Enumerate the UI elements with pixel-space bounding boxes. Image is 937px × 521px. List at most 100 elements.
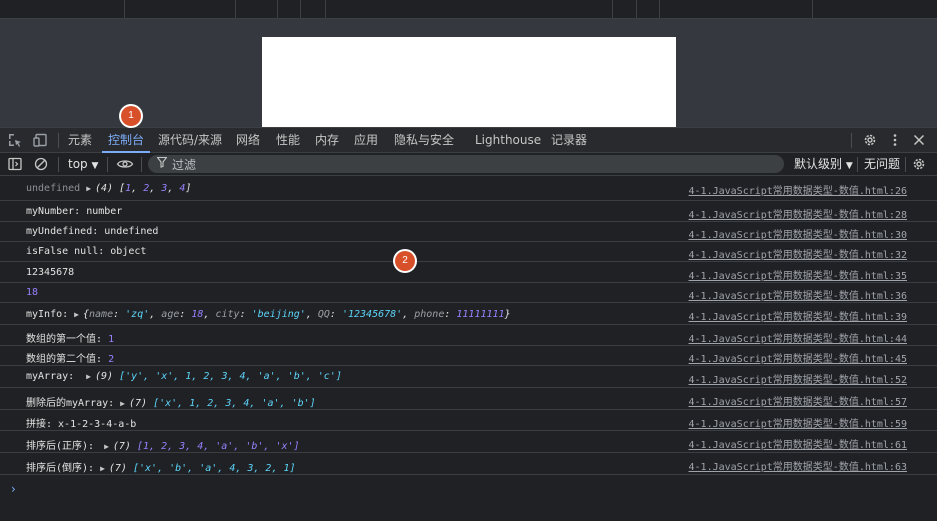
message-text: 排序后(正序): ▶ (7) [1, 2, 3, 4, 'a', 'b', 'x'] — [26, 437, 300, 452]
ruler-segment — [235, 0, 236, 18]
message-text: isFalse null: object — [26, 246, 147, 257]
filter-input[interactable]: 过滤 — [148, 155, 784, 173]
context-label: top — [68, 157, 88, 171]
ruler-segment — [636, 0, 637, 18]
expand-triangle-icon[interactable]: ▶ — [86, 372, 91, 381]
expand-triangle-icon[interactable]: ▶ — [86, 184, 91, 193]
context-selector[interactable]: top ▼ — [68, 156, 98, 172]
console-message: isFalse null: object 4-1.JavaScript常用数据类… — [0, 242, 937, 262]
message-text: myInfo: ▶ {name: 'zq', age: 18, city: 'bei… — [26, 309, 511, 320]
source-link[interactable]: 4-1.JavaScript常用数据类型-数值.html:59 — [689, 415, 907, 430]
source-link[interactable]: 4-1.JavaScript常用数据类型-数值.html:63 — [689, 458, 907, 473]
annotation-badge-1: 1 — [121, 106, 141, 126]
message-text: 12345678 — [26, 267, 75, 278]
settings-icon[interactable] — [862, 132, 878, 148]
source-link[interactable]: 4-1.JavaScript常用数据类型-数值.html:35 — [689, 267, 907, 282]
eye-icon[interactable] — [116, 156, 134, 172]
array-preview: [1, 2, 3, 4, 'a', 'b', 'x'] — [136, 441, 300, 452]
message-label: myInfo: — [26, 309, 69, 320]
console-message: myArray: ▶ (9) ['y', 'x', 1, 2, 3, 4, 'a',… — [0, 366, 937, 388]
tab-privacy-security[interactable]: 隐私与安全 — [394, 128, 454, 153]
toolbar-divider — [107, 157, 108, 172]
source-link[interactable]: 4-1.JavaScript常用数据类型-数值.html:44 — [689, 330, 907, 345]
expand-triangle-icon[interactable]: ▶ — [100, 464, 105, 473]
array-preview: ['x', 1, 2, 3, 4, 'a', 'b'] — [153, 398, 316, 409]
message-value: 1 — [108, 334, 115, 345]
ruler-segment — [612, 0, 613, 18]
tab-divider — [58, 133, 59, 148]
more-icon[interactable] — [887, 132, 903, 148]
device-toggle-icon[interactable] — [33, 132, 49, 148]
tab-network[interactable]: 网络 — [236, 128, 260, 153]
console-message: 18 4-1.JavaScript常用数据类型-数值.html:36 — [0, 283, 937, 303]
ruler-segment — [659, 0, 660, 18]
message-label: 数组的第二个值: — [26, 354, 103, 365]
sidebar-toggle-icon[interactable] — [7, 156, 23, 172]
message-label: 删除后的myArray: — [26, 398, 115, 409]
source-link[interactable]: 4-1.JavaScript常用数据类型-数值.html:39 — [689, 308, 907, 323]
console-message: 数组的第一个值: 1 4-1.JavaScript常用数据类型-数值.html:… — [0, 325, 937, 346]
ruler-segment — [124, 0, 125, 18]
object-value: 'beijing' — [251, 309, 306, 320]
page-preview — [262, 37, 676, 127]
tab-memory[interactable]: 内存 — [315, 128, 339, 153]
message-text: myUndefined: undefined — [26, 226, 159, 237]
tab-elements[interactable]: 元素 — [68, 128, 92, 153]
array-length: (7) — [112, 441, 131, 452]
object-value: 'zq' — [125, 309, 150, 320]
console-message: undefined ▶ (4) [1, 2, 3, 4] 4-1.JavaScrip… — [0, 177, 937, 201]
tab-sources[interactable]: 源代码/来源 — [158, 128, 222, 153]
source-link[interactable]: 4-1.JavaScript常用数据类型-数值.html:57 — [689, 393, 907, 408]
source-link[interactable]: 4-1.JavaScript常用数据类型-数值.html:30 — [689, 226, 907, 241]
console-prompt[interactable]: › — [11, 482, 16, 496]
message-label: 排序后(正序): — [26, 441, 95, 452]
console-toolbar: top ▼ 过滤 默认级别 ▼ 无问题 — [0, 153, 937, 176]
expand-triangle-icon[interactable]: ▶ — [74, 310, 79, 319]
devtools-tabbar: 元素 控制台 源代码/来源 网络 性能 内存 应用 隐私与安全 Lighthou… — [0, 127, 937, 153]
object-value: '12345678' — [341, 309, 403, 320]
message-text: 删除后的myArray: ▶ (7) ['x', 1, 2, 3, 4, 'a', … — [26, 394, 316, 409]
console-message: 排序后(倒序): ▶ (7) ['x', 'b', 'a', 4, 3, 2, 1]… — [0, 453, 937, 475]
ruler-segment — [325, 0, 326, 18]
message-text: 18 — [26, 287, 39, 298]
log-levels-dropdown[interactable]: 默认级别 ▼ — [794, 156, 853, 172]
tab-performance[interactable]: 性能 — [276, 128, 300, 153]
message-text: 数组的第二个值: 2 — [26, 350, 114, 365]
array-length: (7) — [129, 398, 148, 409]
console-message: 拼接: x-1-2-3-4-a-b 4-1.JavaScript常用数据类型-数… — [0, 410, 937, 431]
annotation-badge-2: 2 — [395, 251, 415, 271]
inspect-icon[interactable] — [7, 132, 23, 148]
array-item: 2 — [143, 183, 150, 194]
tab-console[interactable]: 控制台 — [101, 128, 151, 153]
message-label: undefined — [26, 183, 81, 194]
message-text: 排序后(倒序): ▶ (7) ['x', 'b', 'a', 4, 3, 2, 1] — [26, 459, 296, 474]
message-text: 数组的第一个值: 1 — [26, 330, 114, 345]
message-text: 拼接: x-1-2-3-4-a-b — [26, 419, 137, 430]
console-message: myInfo: ▶ {name: 'zq', age: 18, city: 'bei… — [0, 303, 937, 325]
array-item: 4 — [179, 183, 186, 194]
source-link[interactable]: 4-1.JavaScript常用数据类型-数值.html:32 — [689, 246, 907, 261]
console-output: undefined ▶ (4) [1, 2, 3, 4] 4-1.JavaScrip… — [0, 177, 937, 521]
array-preview: ['x', 'b', 'a', 4, 3, 2, 1] — [132, 463, 296, 474]
tab-lighthouse[interactable]: Lighthouse — [475, 128, 541, 153]
tab-application[interactable]: 应用 — [354, 128, 378, 153]
viewport-ruler — [0, 0, 937, 19]
source-link[interactable]: 4-1.JavaScript常用数据类型-数值.html:36 — [689, 287, 907, 302]
clear-console-icon[interactable] — [33, 156, 49, 172]
issues-counter[interactable]: 无问题 — [864, 156, 900, 172]
source-link[interactable]: 4-1.JavaScript常用数据类型-数值.html:52 — [689, 371, 907, 386]
console-message: myUndefined: undefined 4-1.JavaScript常用数… — [0, 222, 937, 242]
close-icon[interactable] — [911, 132, 927, 148]
source-link[interactable]: 4-1.JavaScript常用数据类型-数值.html:26 — [689, 182, 907, 197]
ruler-segment — [300, 0, 301, 18]
tab-recorder[interactable]: 记录器 — [551, 128, 587, 153]
toolbar-divider — [141, 157, 142, 172]
expand-triangle-icon[interactable]: ▶ — [120, 399, 125, 408]
expand-triangle-icon[interactable]: ▶ — [104, 442, 109, 451]
source-link[interactable]: 4-1.JavaScript常用数据类型-数值.html:28 — [689, 206, 907, 221]
source-link[interactable]: 4-1.JavaScript常用数据类型-数值.html:45 — [689, 350, 907, 365]
gear-icon[interactable] — [911, 156, 927, 172]
ruler-segment — [812, 0, 813, 18]
console-message: 数组的第二个值: 2 4-1.JavaScript常用数据类型-数值.html:… — [0, 346, 937, 366]
source-link[interactable]: 4-1.JavaScript常用数据类型-数值.html:61 — [689, 436, 907, 451]
